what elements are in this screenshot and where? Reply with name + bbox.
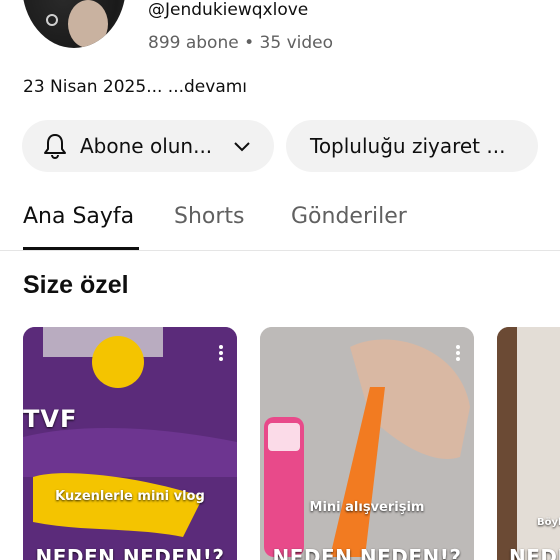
tabs-divider bbox=[0, 250, 560, 251]
short-overlay-caption: Kuzenlerle mini vlog bbox=[55, 489, 205, 504]
short-thumbnail bbox=[260, 327, 474, 560]
channel-stats: 899 abone • 35 video bbox=[148, 33, 333, 53]
channel-description[interactable]: 23 Nisan 2025... ...devamı bbox=[23, 77, 247, 97]
short-card[interactable]: Böyle NEDEN bbox=[497, 327, 560, 560]
short-card[interactable]: TVF Kuzenlerle mini vlog NEDEN NEDEN!? bbox=[23, 327, 237, 560]
community-label: Topluluğu ziyaret ... bbox=[310, 134, 506, 158]
short-title: NEDEN NEDEN!? bbox=[35, 545, 225, 560]
visit-community-button[interactable]: Topluluğu ziyaret ... bbox=[286, 120, 538, 172]
channel-handle: @Jendukiewqxlove bbox=[148, 0, 309, 20]
channel-avatar[interactable] bbox=[22, 0, 126, 48]
subscribe-button[interactable]: Abone olun... bbox=[22, 120, 274, 172]
short-title: NEDEN NEDEN!? bbox=[272, 545, 462, 560]
tab-shorts[interactable]: Shorts bbox=[174, 204, 245, 229]
section-title: Size özel bbox=[23, 271, 129, 299]
brand-text-tvf: TVF bbox=[23, 405, 78, 433]
channel-tabs: Ana Sayfa Shorts Gönderiler bbox=[0, 200, 560, 252]
subscribe-label: Abone olun... bbox=[80, 134, 213, 158]
avatar-face bbox=[68, 0, 108, 48]
short-thumbnail bbox=[23, 327, 237, 560]
bell-icon bbox=[44, 134, 66, 160]
short-title: NEDEN bbox=[509, 545, 560, 560]
tab-home[interactable]: Ana Sayfa bbox=[23, 204, 134, 229]
short-card[interactable]: Mini alışverişim NEDEN NEDEN!? bbox=[260, 327, 474, 560]
short-overlay-caption: Mini alışverişim bbox=[309, 500, 425, 515]
more-vert-icon[interactable] bbox=[219, 345, 223, 361]
tab-posts[interactable]: Gönderiler bbox=[291, 204, 407, 229]
avatar-logo bbox=[46, 14, 58, 26]
chevron-down-icon bbox=[234, 142, 250, 152]
short-overlay-caption: Böyle bbox=[537, 517, 560, 528]
more-vert-icon[interactable] bbox=[456, 345, 460, 361]
